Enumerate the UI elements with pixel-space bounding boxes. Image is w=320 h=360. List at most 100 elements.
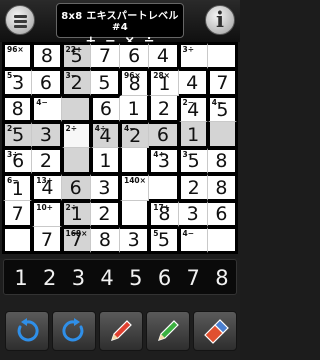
board-cell[interactable]: 6 bbox=[90, 95, 120, 122]
board-cell[interactable]: 1 bbox=[90, 148, 120, 175]
board-cell[interactable]: 6− 1 bbox=[3, 174, 33, 201]
board-cell[interactable]: 4− 5 bbox=[207, 95, 237, 122]
board-cell[interactable]: 1 bbox=[120, 95, 150, 122]
board-cell[interactable]: 96× bbox=[3, 43, 33, 70]
board-cell[interactable]: 7 bbox=[32, 226, 62, 253]
digit-button-2[interactable]: 2 bbox=[36, 263, 64, 293]
board-cell[interactable]: 4− bbox=[32, 95, 62, 122]
board-cell[interactable]: 3− 5 bbox=[178, 148, 208, 175]
digit-button-3[interactable]: 3 bbox=[64, 263, 92, 293]
board-cell[interactable]: 96× 8 bbox=[120, 69, 150, 96]
undo-button[interactable] bbox=[5, 311, 49, 351]
cell-value: 7 bbox=[11, 202, 24, 225]
board-cell[interactable]: 17+ 8 bbox=[149, 200, 179, 227]
board-cell[interactable]: 4 bbox=[149, 43, 179, 70]
digit-button-1[interactable]: 1 bbox=[7, 263, 35, 293]
digit-button-7[interactable]: 7 bbox=[179, 263, 207, 293]
board-cell[interactable]: 22+ 5 bbox=[61, 43, 91, 70]
cell-value: 6 bbox=[69, 176, 82, 199]
board-cell[interactable]: 4− 2 bbox=[120, 121, 150, 148]
board-cell[interactable]: 2÷ 1 bbox=[61, 200, 91, 227]
board-cell[interactable]: 7 bbox=[207, 69, 237, 96]
board-cell[interactable]: 3 bbox=[90, 174, 120, 201]
cell-value: 8 bbox=[40, 45, 53, 68]
cell-value: 8 bbox=[11, 97, 24, 120]
board-cell[interactable]: 3÷ bbox=[178, 43, 208, 70]
cell-value: 4 bbox=[41, 176, 54, 199]
board-cell[interactable]: 2− 5 bbox=[3, 121, 33, 148]
board-cell[interactable]: 4÷ 4 bbox=[90, 121, 120, 148]
red-pencil-button[interactable] bbox=[99, 311, 143, 351]
board-cell[interactable]: 8 bbox=[207, 174, 237, 201]
board-cell[interactable]: 3 bbox=[32, 121, 62, 148]
board-cell[interactable]: 1 bbox=[178, 121, 208, 148]
cell-value: 3 bbox=[98, 176, 111, 199]
cell-value: 4 bbox=[99, 125, 112, 147]
board-cell[interactable] bbox=[120, 148, 150, 175]
board-cell[interactable]: 8 bbox=[32, 43, 62, 70]
cell-value: 8 bbox=[215, 176, 228, 199]
board-cell[interactable]: 13+ 4 bbox=[32, 174, 62, 201]
board-cell[interactable]: 7 bbox=[90, 43, 120, 70]
board-cell[interactable]: 4÷ 3 bbox=[149, 148, 179, 175]
board-cell[interactable]: 3 bbox=[120, 226, 150, 253]
board-cell[interactable]: 10+ bbox=[32, 200, 62, 227]
cell-value: 8 bbox=[128, 72, 141, 95]
board-cell[interactable]: 6 bbox=[120, 43, 150, 70]
redo-button[interactable] bbox=[52, 311, 96, 351]
board-cell[interactable]: 168× 7 bbox=[61, 226, 91, 253]
eraser-button[interactable] bbox=[193, 311, 237, 351]
cage-clue: 4− bbox=[182, 228, 195, 238]
cell-value: 5 bbox=[157, 229, 170, 251]
board-cell[interactable] bbox=[61, 95, 91, 122]
board-cell[interactable]: 6 bbox=[149, 121, 179, 148]
green-pencil-button[interactable] bbox=[146, 311, 190, 351]
eraser-icon bbox=[204, 319, 229, 344]
board-cell[interactable] bbox=[207, 43, 237, 70]
board-cell[interactable]: 140× bbox=[120, 174, 150, 201]
digit-button-5[interactable]: 5 bbox=[122, 263, 150, 293]
board-cell[interactable]: 55 bbox=[149, 226, 179, 253]
board-cell[interactable]: 6 bbox=[207, 200, 237, 227]
board-cell[interactable]: 4− bbox=[178, 226, 208, 253]
board-cell[interactable] bbox=[3, 226, 33, 253]
cell-value: 4 bbox=[186, 71, 199, 94]
digit-button-4[interactable]: 4 bbox=[93, 263, 121, 293]
board-cell[interactable]: 2 bbox=[32, 148, 62, 175]
digit-button-8[interactable]: 8 bbox=[208, 263, 236, 293]
cell-value: 7 bbox=[216, 71, 229, 94]
digit-button-6[interactable]: 6 bbox=[151, 263, 179, 293]
board-cell[interactable]: 3 bbox=[178, 200, 208, 227]
board-cell[interactable]: 6 bbox=[61, 174, 91, 201]
cell-value: 7 bbox=[70, 229, 83, 251]
board-cell[interactable]: 28× 1 bbox=[149, 69, 179, 96]
board-cell[interactable]: 3÷ 6 bbox=[3, 148, 33, 175]
board-cell[interactable]: 8 bbox=[3, 95, 33, 122]
info-button[interactable]: i bbox=[205, 5, 235, 35]
cell-value: 1 bbox=[70, 202, 83, 225]
board-cell[interactable] bbox=[61, 148, 91, 175]
board-cell[interactable]: 2 bbox=[149, 95, 179, 122]
board-cell[interactable]: 3− 2 bbox=[61, 69, 91, 96]
board-cell[interactable] bbox=[207, 226, 237, 253]
board-cell[interactable]: 8 bbox=[207, 148, 237, 175]
digit-strip: 12345678 bbox=[3, 259, 237, 295]
menu-button[interactable] bbox=[5, 5, 35, 35]
green-pencil-icon bbox=[158, 320, 179, 341]
undo-icon bbox=[17, 318, 39, 342]
board-cell[interactable]: 2 bbox=[178, 174, 208, 201]
board-cell[interactable] bbox=[207, 121, 237, 148]
board-cell[interactable]: 5 bbox=[90, 69, 120, 96]
board-cell[interactable]: 2÷ bbox=[61, 121, 91, 148]
board-cell[interactable] bbox=[120, 200, 150, 227]
board-cell[interactable]: 6 bbox=[32, 69, 62, 96]
board-cell[interactable]: 2− 4 bbox=[178, 95, 208, 122]
board-cell[interactable]: 7 bbox=[3, 200, 33, 227]
board-cell[interactable]: 5− 3 bbox=[3, 69, 33, 96]
cage-clue: 96× bbox=[7, 45, 24, 54]
board-cell[interactable]: 4 bbox=[178, 69, 208, 96]
board-cell[interactable]: 8 bbox=[90, 226, 120, 253]
cell-value: 2 bbox=[98, 202, 111, 225]
board-cell[interactable]: 2 bbox=[90, 200, 120, 227]
board-cell[interactable] bbox=[149, 174, 179, 201]
